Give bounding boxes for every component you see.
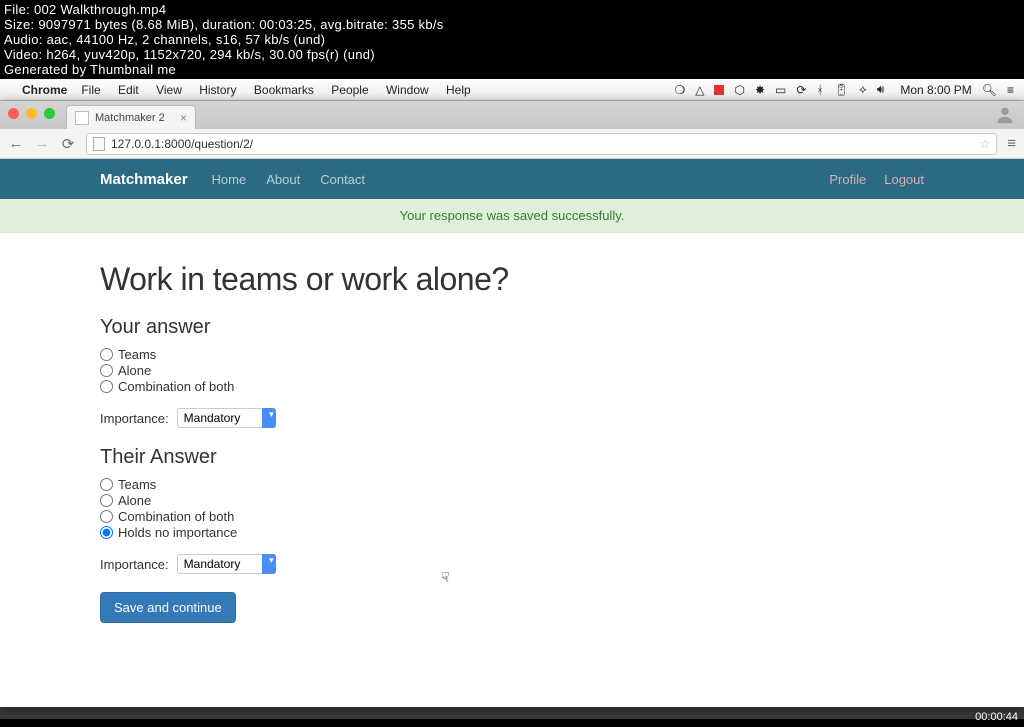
your-label-teams: Teams [118,347,156,362]
alert-text: Your response was saved successfully. [400,208,625,223]
reload-button[interactable]: ⟳ [60,135,76,153]
your-answer-heading: Your answer [100,316,924,339]
your-option-combo[interactable]: Combination of both [100,379,924,394]
your-radio-teams[interactable] [100,348,113,361]
bookmark-star-icon[interactable]: ☆ [979,137,990,151]
menu-people[interactable]: People [331,83,368,97]
wifi-icon[interactable]: ⟡ [859,82,867,97]
menubar-status-icons: ❍ △ ⬡ ✸ ▭ ⟳ ᚼ 🔋︎ ⟡ 🔊︎ Mon 8:00 PM 🔍︎ ≡ [674,82,1014,97]
navbar-brand[interactable]: Matchmaker [100,171,188,188]
their-answer-heading: Their Answer [100,446,924,469]
tab-close-icon[interactable]: × [180,111,187,125]
overlay-audio: Audio: aac, 44100 Hz, 2 channels, s16, 5… [4,32,444,47]
overlay-file: File: 002 Walkthrough.mp4 [4,2,444,17]
their-option-combo[interactable]: Combination of both [100,509,924,524]
nav-home[interactable]: Home [212,172,247,187]
menubar-clock[interactable]: Mon 8:00 PM [900,83,971,97]
menubar-app-name[interactable]: Chrome [22,83,67,97]
recording-icon[interactable] [714,85,724,95]
your-label-combo: Combination of both [118,379,234,394]
menu-window[interactable]: Window [386,83,429,97]
bluetooth-icon[interactable]: ᚼ [816,83,823,97]
maximize-window-button[interactable] [44,108,55,119]
nav-logout[interactable]: Logout [884,172,924,187]
nav-profile[interactable]: Profile [829,172,866,187]
menu-history[interactable]: History [199,83,236,97]
their-label-alone: Alone [118,493,151,508]
url-text: 127.0.0.1:8000/question/2/ [111,137,253,151]
close-window-button[interactable] [8,108,19,119]
their-importance-row: Importance: Mandatory [100,554,924,574]
page-icon [93,137,105,151]
notification-center-icon[interactable]: ≡ [1007,83,1014,97]
their-label-combo: Combination of both [118,509,234,524]
their-radio-combo[interactable] [100,510,113,523]
your-option-teams[interactable]: Teams [100,347,924,362]
dropbox-icon[interactable]: ⬡ [734,83,744,97]
their-label-none: Holds no importance [118,525,237,540]
sync-icon[interactable]: ⟳ [796,83,806,97]
chrome-profile-icon[interactable] [994,104,1016,126]
tab-title: Matchmaker 2 [95,112,165,124]
chrome-window: Matchmaker 2 × ← → ⟳ 127.0.0.1:8000/ques… [0,101,1024,707]
your-label-alone: Alone [118,363,151,378]
address-bar[interactable]: 127.0.0.1:8000/question/2/ ☆ [86,133,997,155]
browser-tab[interactable]: Matchmaker 2 × [66,105,196,129]
your-radio-combo[interactable] [100,380,113,393]
cloud-icon[interactable]: △ [695,83,704,97]
chrome-toolbar: ← → ⟳ 127.0.0.1:8000/question/2/ ☆ ≡ [0,129,1024,159]
chrome-menu-icon[interactable]: ≡ [1007,135,1016,152]
nav-about[interactable]: About [266,172,300,187]
their-radio-alone[interactable] [100,494,113,507]
beats-icon[interactable]: ❍ [674,83,685,97]
their-option-none[interactable]: Holds no importance [100,525,924,540]
site-navbar: Matchmaker Home About Contact Profile Lo… [0,159,1024,199]
battery-icon[interactable]: 🔋︎ [834,83,849,97]
main-container: Work in teams or work alone? Your answer… [0,233,1024,651]
volume-icon[interactable]: 🔊︎ [877,82,885,97]
tab-favicon [75,111,89,125]
their-importance-label: Importance: [100,557,169,572]
success-alert: Your response was saved successfully. [0,199,1024,233]
macos-desktop: Chrome File Edit View History Bookmarks … [0,79,1024,719]
their-label-teams: Teams [118,477,156,492]
question-heading: Work in teams or work alone? [100,261,924,298]
menu-file[interactable]: File [81,83,100,97]
overlay-size: Size: 9097971 bytes (8.68 MiB), duration… [4,17,444,32]
spotlight-icon[interactable]: 🔍︎ [982,83,997,97]
chrome-tab-bar: Matchmaker 2 × [0,101,1024,129]
their-option-teams[interactable]: Teams [100,477,924,492]
your-radio-alone[interactable] [100,364,113,377]
their-importance-select[interactable]: Mandatory [177,554,276,574]
your-option-alone[interactable]: Alone [100,363,924,378]
window-controls [8,108,55,119]
overlay-gen: Generated by Thumbnail me [4,62,444,77]
their-option-alone[interactable]: Alone [100,493,924,508]
menubar-menus: File Edit View History Bookmarks People … [81,83,484,97]
menu-edit[interactable]: Edit [118,83,139,97]
web-page: Matchmaker Home About Contact Profile Lo… [0,159,1024,707]
overlay-timestamp: 00:00:44 [975,711,1018,723]
forward-button[interactable]: → [34,135,50,152]
minimize-window-button[interactable] [26,108,37,119]
their-radio-teams[interactable] [100,478,113,491]
back-button[interactable]: ← [8,135,24,152]
your-importance-select[interactable]: Mandatory [177,408,276,428]
your-importance-row: Importance: Mandatory [100,408,924,428]
their-radio-none[interactable] [100,526,113,539]
notification-icon[interactable]: ✸ [755,83,765,97]
macos-menubar: Chrome File Edit View History Bookmarks … [0,79,1024,101]
menu-help[interactable]: Help [446,83,471,97]
display-icon[interactable]: ▭ [775,83,786,97]
save-continue-button[interactable]: Save and continue [100,592,236,623]
overlay-video: Video: h264, yuv420p, 1152x720, 294 kb/s… [4,47,444,62]
nav-contact[interactable]: Contact [320,172,365,187]
video-metadata-overlay: File: 002 Walkthrough.mp4 Size: 9097971 … [0,0,448,79]
your-importance-label: Importance: [100,411,169,426]
menu-view[interactable]: View [156,83,182,97]
menu-bookmarks[interactable]: Bookmarks [254,83,314,97]
